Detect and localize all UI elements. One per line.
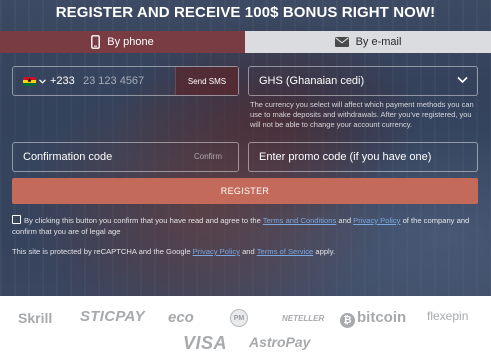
currency-value: GHS (Ghanaian cedi) (259, 75, 365, 87)
dial-code: +233 (50, 75, 75, 87)
registration-tabs: By phone By e-mail (0, 31, 491, 53)
smartphone-icon (91, 35, 101, 49)
consent-checkbox[interactable] (12, 215, 21, 224)
phone-number-field[interactable]: +233 23 123 4567 Send SMS (12, 66, 239, 96)
skrill-logo: Skrill (18, 310, 53, 326)
consent-and: and (338, 216, 352, 225)
bitcoin-icon: ₿ (340, 313, 355, 328)
recaptcha-notice: This site is protected by reCAPTCHA and … (12, 247, 335, 256)
neteller-logo: NETELLER (282, 314, 325, 323)
confirmation-code-input[interactable]: Confirmation code (23, 151, 112, 163)
currency-select[interactable]: GHS (Ghanaian cedi) (248, 66, 478, 96)
phone-input[interactable]: 23 123 4567 (83, 75, 144, 87)
payment-methods: Skrill STICPAY eco PM NETELLER ₿ bitcoin … (0, 296, 491, 356)
envelope-icon (334, 37, 349, 47)
google-privacy-link[interactable]: Privacy Policy (193, 247, 240, 256)
tab-by-phone[interactable]: By phone (0, 31, 245, 53)
terms-consent: By clicking this button you confirm that… (12, 215, 480, 237)
eco-logo: eco (168, 309, 194, 326)
recaptcha-and: and (242, 247, 255, 256)
google-terms-link[interactable]: Terms of Service (257, 247, 314, 256)
ghana-flag-icon[interactable] (23, 77, 36, 86)
chevron-down-icon[interactable] (457, 76, 468, 84)
tab-by-email-label: By e-mail (355, 36, 402, 48)
tab-by-phone-label: By phone (107, 36, 154, 48)
confirmation-code-field[interactable]: Confirmation code Confirm (12, 142, 239, 172)
page-title: REGISTER AND RECEIVE 100$ BONUS RIGHT NO… (55, 4, 436, 21)
chevron-down-icon[interactable] (39, 79, 46, 84)
astropay-logo: AstroPay (249, 334, 311, 350)
flexepin-logo: flexepin (427, 309, 469, 323)
bitcoin-label: bitcoin (357, 309, 407, 326)
currency-note: The currency you select will affect whic… (250, 100, 474, 129)
recaptcha-apply: apply. (315, 247, 336, 256)
privacy-policy-link[interactable]: Privacy Policy (353, 216, 400, 225)
terms-link[interactable]: Terms and Conditions (263, 216, 336, 225)
bitcoin-logo: ₿ bitcoin (340, 309, 406, 328)
promo-code-field[interactable]: Enter promo code (if you have one) (248, 142, 478, 172)
sticpay-logo: STICPAY (80, 308, 145, 325)
visa-logo: VISA (183, 333, 228, 353)
confirm-button[interactable]: Confirm (194, 152, 222, 161)
tab-by-email[interactable]: By e-mail (245, 31, 491, 53)
register-button[interactable]: REGISTER (12, 178, 478, 204)
recaptcha-text: This site is protected by reCAPTCHA and … (12, 247, 191, 256)
perfect-money-logo: PM (230, 309, 248, 327)
send-sms-button[interactable]: Send SMS (175, 67, 238, 95)
registration-panel: REGISTER AND RECEIVE 100$ BONUS RIGHT NO… (0, 0, 491, 296)
consent-text: By clicking this button you confirm that… (24, 216, 261, 225)
promo-code-input[interactable]: Enter promo code (if you have one) (259, 151, 431, 163)
